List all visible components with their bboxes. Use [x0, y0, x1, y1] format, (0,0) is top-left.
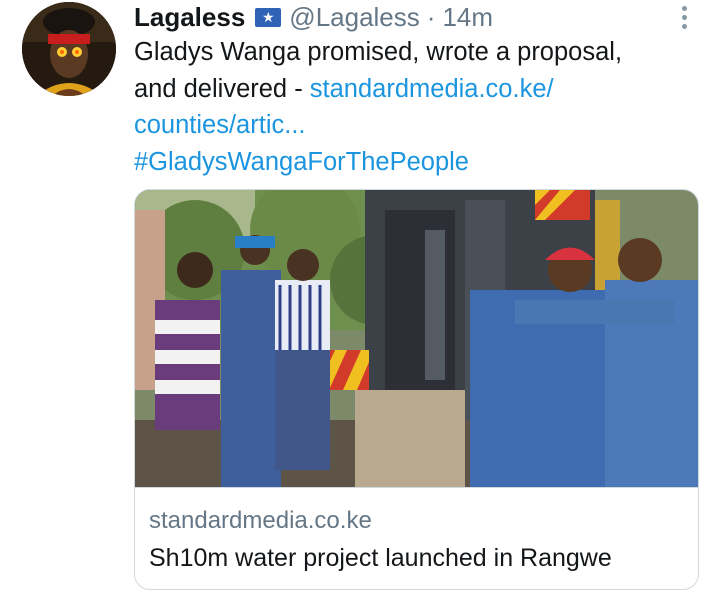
- display-name[interactable]: Lagaless: [134, 2, 245, 32]
- link-preview-card[interactable]: standardmedia.co.ke Sh10m water project …: [134, 189, 699, 590]
- article-link-continued[interactable]: counties/artic...: [134, 107, 694, 144]
- tweet-text: Gladys Wanga promised, wrote a proposal,…: [134, 34, 694, 180]
- card-divider: [135, 487, 698, 488]
- somalia-flag-icon: ★: [255, 7, 282, 27]
- card-domain: standardmedia.co.ke: [149, 507, 372, 534]
- water-drilling-photo[interactable]: [135, 190, 698, 487]
- tweet-text-line: Gladys Wanga promised, wrote a proposal,: [134, 38, 623, 66]
- tweet-text-fragment: and delivered -: [134, 74, 310, 103]
- user-handle[interactable]: @Lagaless: [289, 2, 419, 32]
- timestamp[interactable]: 14m: [442, 2, 493, 32]
- avatar[interactable]: [22, 2, 116, 96]
- tweet-header: Lagaless ★ @Lagaless · 14m: [134, 2, 493, 32]
- article-link[interactable]: standardmedia.co.ke/: [310, 75, 554, 103]
- separator: ·: [426, 2, 436, 32]
- tweet[interactable]: Lagaless ★ @Lagaless · 14m Gladys Wanga …: [0, 0, 720, 596]
- card-title[interactable]: Sh10m water project launched in Rangwe: [149, 542, 612, 574]
- more-options-icon[interactable]: [676, 2, 692, 32]
- tweet-text-line: and delivered - standardmedia.co.ke/: [134, 71, 694, 108]
- hashtag-link[interactable]: #GladysWangaForThePeople: [134, 144, 694, 181]
